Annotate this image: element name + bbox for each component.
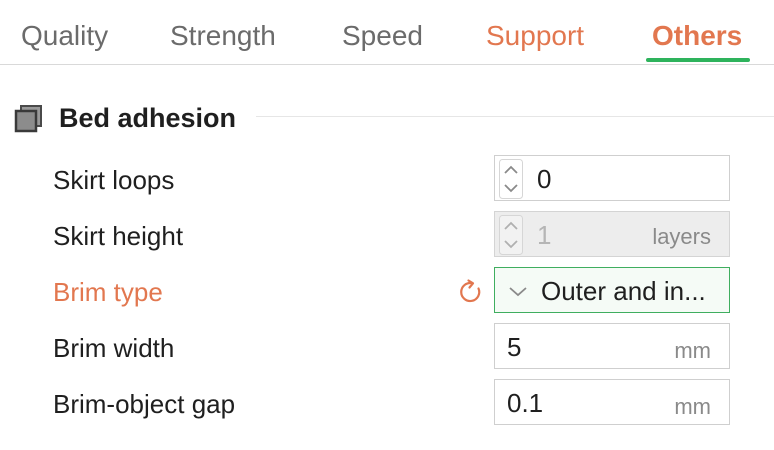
section-cube-icon [14,104,44,134]
spin-buttons [499,215,523,255]
brim-width-input[interactable]: 5 mm [494,323,730,369]
skirt-loops-input[interactable]: 0 [494,155,730,201]
setting-row-brim-object-gap: Brim-object gap 0.1 mm [0,379,774,429]
section-divider [256,116,774,117]
setting-row-brim-type: Brim type Outer and in... [0,267,774,317]
dropdown-value: Outer and in... [541,276,706,306]
settings-tabs: Quality Strength Speed Support Others [0,0,774,65]
setting-label: Brim-object gap [53,389,236,419]
setting-row-skirt-loops: Skirt loops 0 [0,155,774,205]
tab-support[interactable]: Support [486,18,584,54]
setting-label: Brim width [53,333,175,363]
section-header: Bed adhesion [14,100,774,136]
spin-buttons[interactable] [499,159,523,199]
active-tab-indicator [646,58,750,62]
brim-type-dropdown[interactable]: Outer and in... [494,267,730,313]
input-value: 5 [507,332,522,362]
setting-label: Skirt height [53,221,184,251]
section-title: Bed adhesion [59,103,237,133]
input-value: 0 [537,164,552,194]
input-value: 1 [537,220,552,250]
setting-label: Brim type [53,277,163,307]
unit-label: mm [674,338,711,363]
reset-icon[interactable] [457,278,485,306]
unit-label: mm [674,394,711,419]
tab-quality[interactable]: Quality [21,18,108,54]
tab-speed[interactable]: Speed [342,18,423,54]
setting-label: Skirt loops [53,165,175,195]
input-value: 0.1 [507,388,544,418]
setting-row-skirt-height: Skirt height 1 layers [0,211,774,261]
unit-label: layers [652,224,711,249]
tab-strength[interactable]: Strength [170,18,276,54]
brim-object-gap-input[interactable]: 0.1 mm [494,379,730,425]
setting-row-brim-width: Brim width 5 mm [0,323,774,373]
tab-others[interactable]: Others [652,18,742,54]
chevron-down-icon [507,282,529,300]
skirt-height-input: 1 layers [494,211,730,257]
